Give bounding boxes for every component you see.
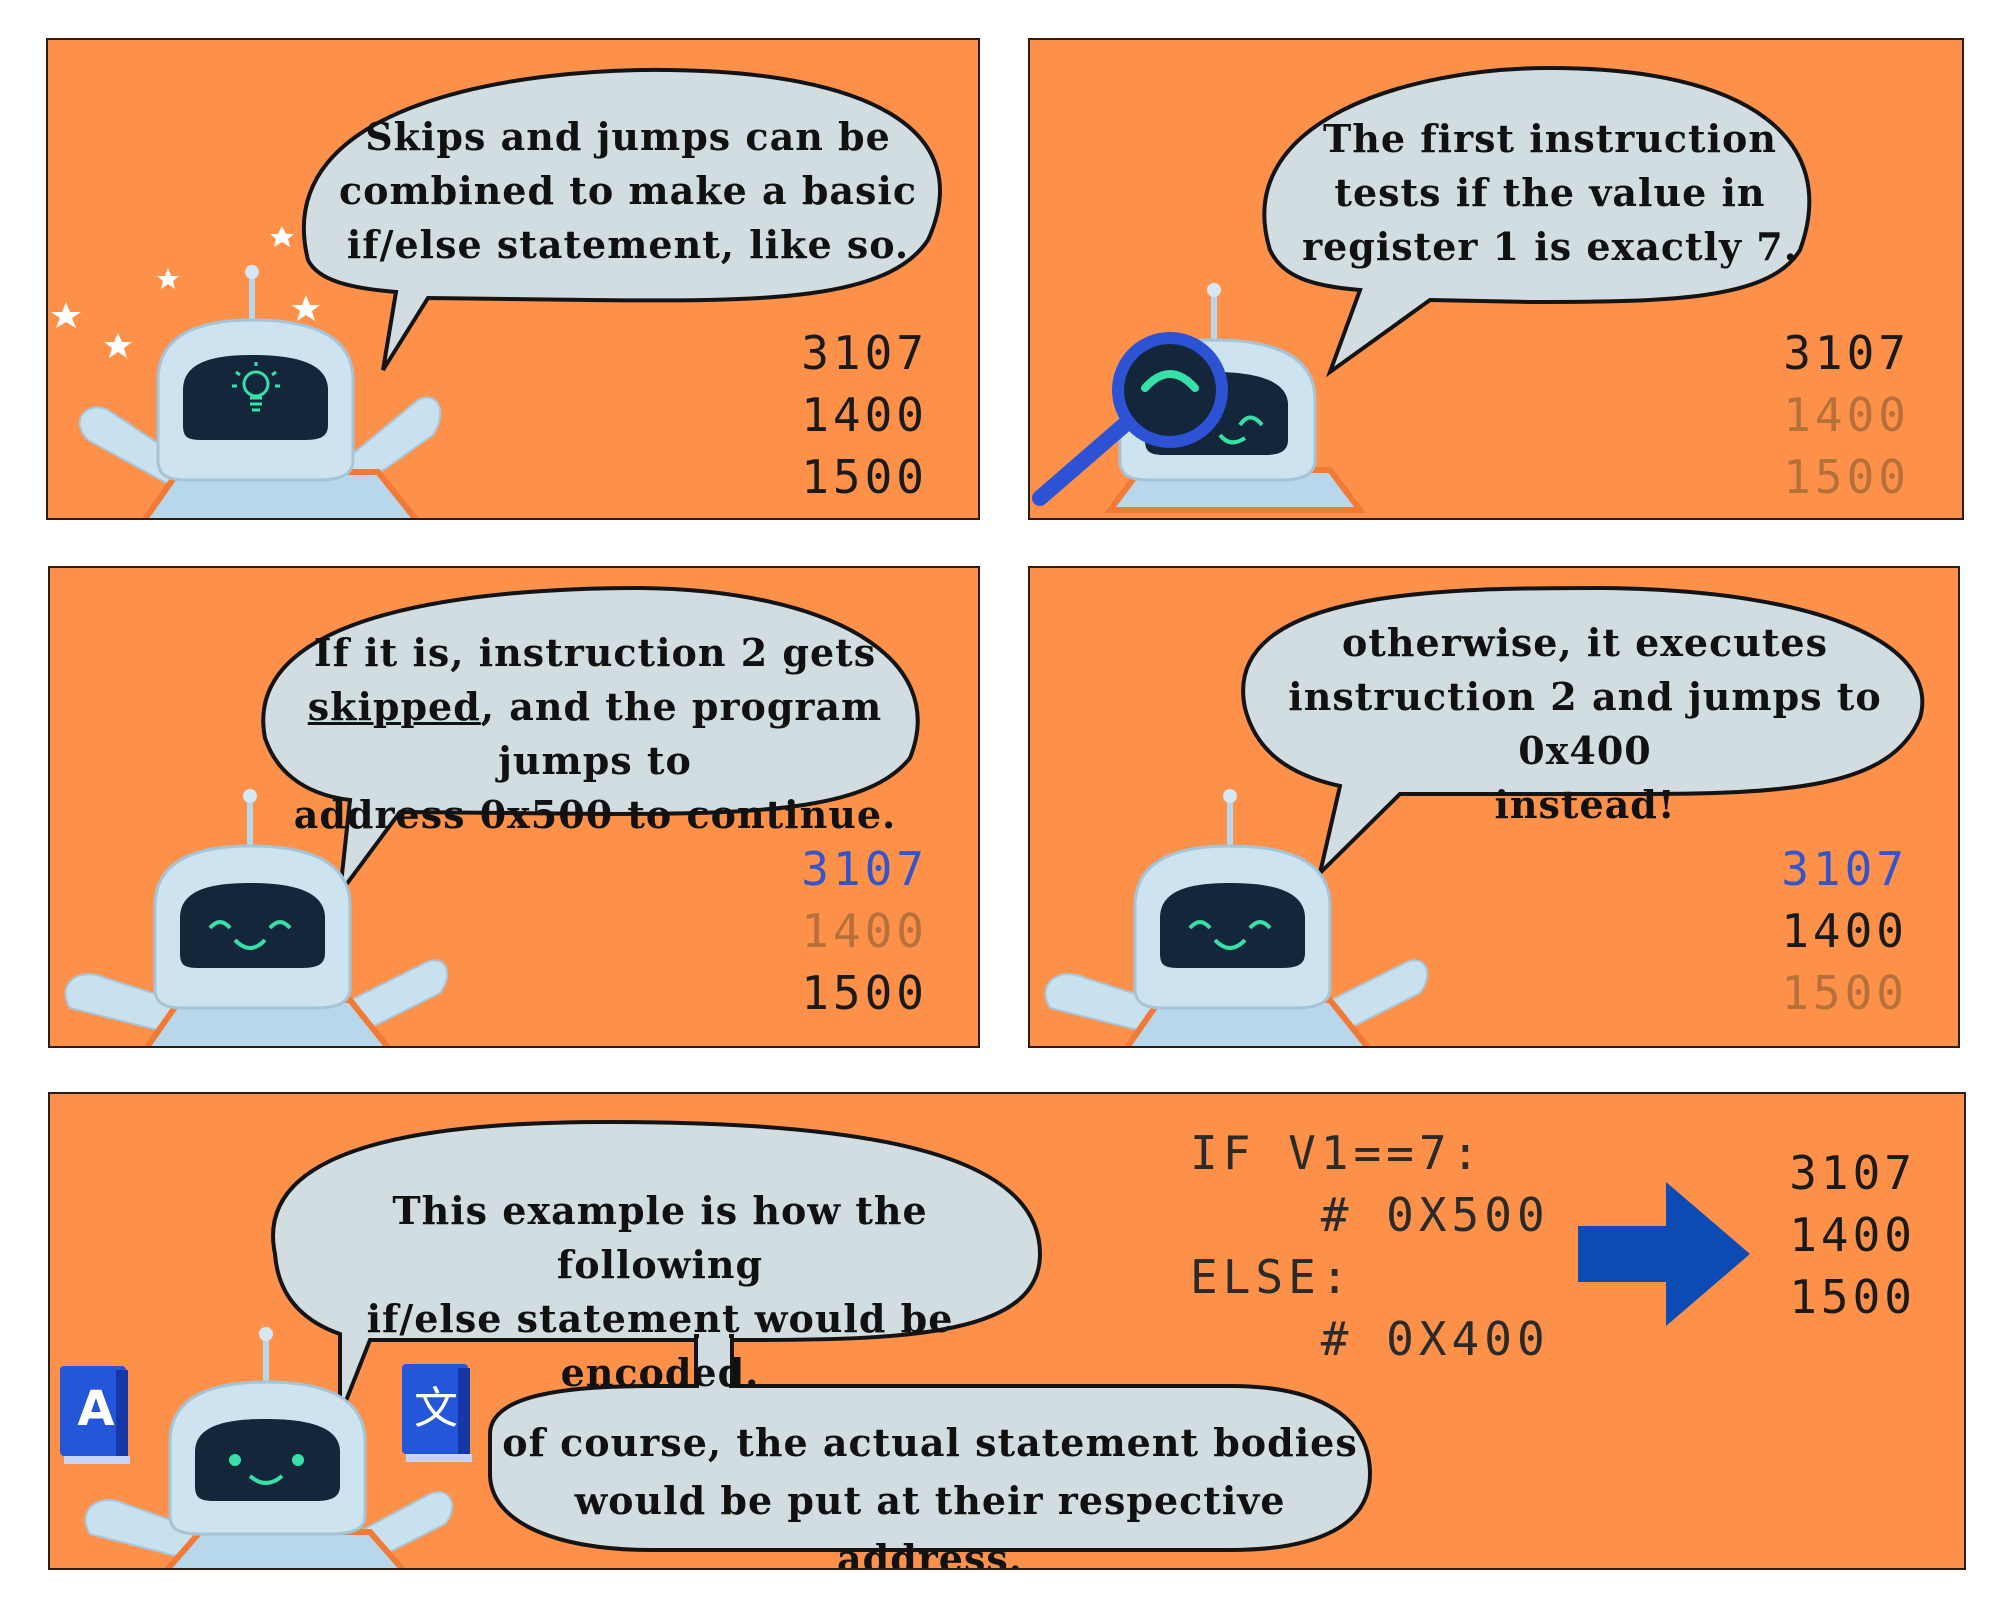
code-line: 1400 bbox=[801, 388, 928, 442]
pseudo-line: IF V1==7: bbox=[1190, 1126, 1485, 1180]
bubble-text-2: of course, the actual statement bodies w… bbox=[502, 1420, 1358, 1570]
code-line: 1500 bbox=[1781, 966, 1908, 1020]
bubble-text: The first instruction tests if the value… bbox=[1302, 116, 1798, 269]
machine-code: 3107 1400 1500 bbox=[728, 838, 928, 1024]
code-line: 3107 bbox=[1789, 1146, 1916, 1200]
code-line: 1400 bbox=[1781, 904, 1908, 958]
skipped-word: skipped bbox=[307, 684, 481, 729]
panel-1: Skips and jumps can be combined to make … bbox=[46, 38, 980, 520]
machine-code: 3107 1400 1500 bbox=[1710, 322, 1910, 508]
bubble-text: If it is, instruction 2 gets skipped, an… bbox=[293, 630, 897, 837]
panel-4: otherwise, it executes instruction 2 and… bbox=[1028, 566, 1960, 1048]
machine-code: 3107 1400 1500 bbox=[728, 322, 928, 508]
pseudo-line: # 0X500 bbox=[1190, 1188, 1550, 1242]
code-line: 1400 bbox=[801, 904, 928, 958]
bubble-text: Skips and jumps can be combined to make … bbox=[338, 114, 917, 267]
robot bbox=[78, 265, 442, 518]
code-line: 1400 bbox=[1783, 388, 1910, 442]
code-line: 1500 bbox=[801, 450, 928, 504]
code-line: 3107 bbox=[1781, 842, 1908, 896]
code-line: 1500 bbox=[1783, 450, 1910, 504]
code-line: 1500 bbox=[1789, 1270, 1916, 1324]
panel-2: The first instruction tests if the value… bbox=[1028, 38, 1964, 520]
code-line: 3107 bbox=[1783, 326, 1910, 380]
panel-3: If it is, instruction 2 gets skipped, an… bbox=[48, 566, 980, 1048]
code-line: 3107 bbox=[801, 326, 928, 380]
machine-code: 3107 1400 1500 bbox=[1708, 838, 1908, 1024]
machine-code: 3107 1400 1500 bbox=[1716, 1142, 1916, 1328]
bubble-text: otherwise, it executes instruction 2 and… bbox=[1288, 620, 1882, 827]
code-line: 1500 bbox=[801, 966, 928, 1020]
panel-5: A 文 This example is how the following if… bbox=[48, 1092, 1966, 1570]
pseudo-line: ELSE: bbox=[1190, 1250, 1354, 1304]
pseudo-line: # 0X400 bbox=[1190, 1312, 1550, 1366]
code-line: 3107 bbox=[801, 842, 928, 896]
code-line: 1400 bbox=[1789, 1208, 1916, 1262]
pseudocode: IF V1==7: # 0X500 ELSE: # 0X400 bbox=[1190, 1122, 1570, 1370]
book-left-letter: A bbox=[77, 1381, 115, 1437]
bubble-text: This example is how the following if/els… bbox=[366, 1188, 954, 1395]
